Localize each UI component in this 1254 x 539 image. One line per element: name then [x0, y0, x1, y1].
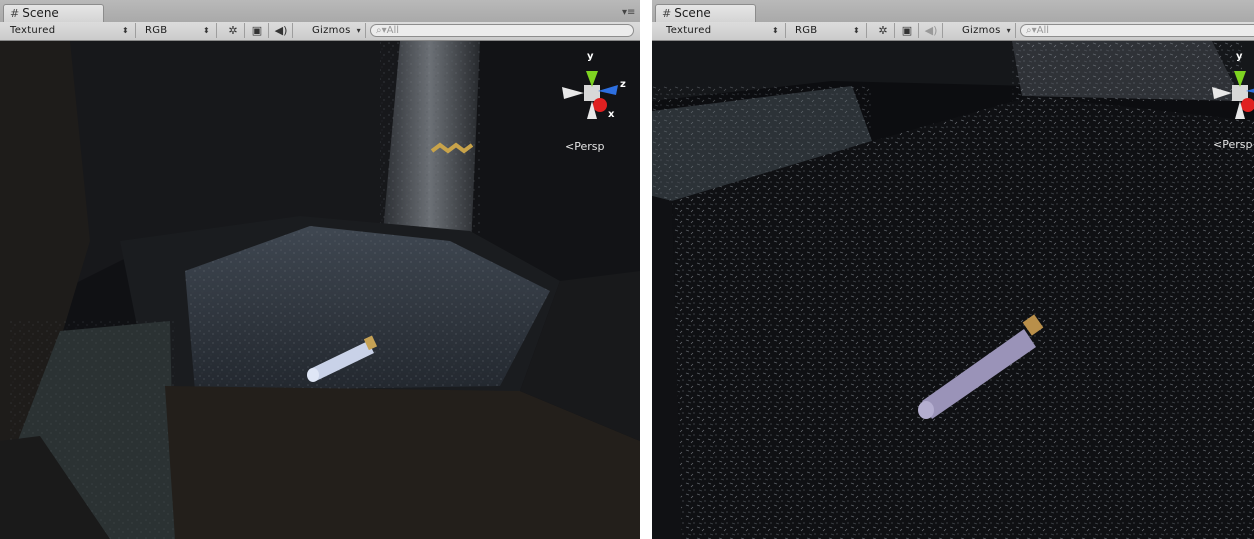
channel-value: RGB	[145, 25, 168, 36]
scene-toolbar: Textured ⬍ RGB ⬍ ✲ ▣ ◀) Gizmos ▾ ⌕▾All	[0, 22, 640, 41]
scene-panel-left: # Scene ▾≡ Textured ⬍ RGB ⬍ ✲ ▣ ◀) Gizmos ▾ …	[0, 0, 640, 539]
scene-panel-right: # Scene Textured ⬍ RGB ⬍ ✲ ▣ ◀) Gizmos ▾ ⌕▾A…	[652, 0, 1254, 539]
axis-y-label: y	[587, 51, 594, 62]
orientation-gizmo[interactable]: y	[1210, 49, 1254, 129]
dropdown-arrow-icon: ▾	[1006, 26, 1011, 35]
scene-tab[interactable]: # Scene	[655, 4, 756, 22]
search-placeholder: All	[386, 25, 400, 36]
axis-x-label: x	[608, 109, 615, 120]
speaker-icon[interactable]: ◀)	[270, 23, 293, 38]
scene-render	[0, 41, 640, 539]
scene-tab-label: Scene	[22, 6, 59, 20]
gizmos-dropdown[interactable]: Gizmos ▾	[308, 23, 366, 38]
render-mode-dropdown[interactable]: Textured ⬍	[6, 23, 136, 38]
panel-menu-icon[interactable]: ▾≡	[622, 8, 635, 18]
scene-tab-label: Scene	[674, 6, 711, 20]
scene-viewport[interactable]: y z x <Persp	[0, 41, 640, 539]
search-placeholder: All	[1036, 25, 1050, 36]
scene-tab[interactable]: # Scene	[3, 4, 104, 22]
render-mode-value: Textured	[10, 25, 56, 36]
gizmos-label: Gizmos	[962, 25, 1001, 36]
search-input[interactable]: ⌕▾All	[370, 24, 634, 37]
dropdown-arrow-icon: ⬍	[121, 26, 129, 35]
sun-icon[interactable]: ✲	[872, 23, 895, 38]
tab-strip: # Scene ▾≡	[0, 0, 640, 23]
speaker-icon[interactable]: ◀)	[920, 23, 943, 38]
scene-render	[652, 41, 1254, 539]
search-input[interactable]: ⌕▾All	[1020, 24, 1254, 37]
channel-value: RGB	[795, 25, 818, 36]
dropdown-arrow-icon: ⬍	[852, 26, 860, 35]
projection-label[interactable]: <Persp	[565, 140, 604, 153]
sun-icon[interactable]: ✲	[222, 23, 245, 38]
image-icon[interactable]: ▣	[246, 23, 269, 38]
render-mode-value: Textured	[666, 25, 712, 36]
channel-dropdown[interactable]: RGB ⬍	[791, 23, 867, 38]
dropdown-arrow-icon: ▾	[356, 26, 361, 35]
channel-dropdown[interactable]: RGB ⬍	[141, 23, 217, 38]
axis-z-label: z	[620, 79, 626, 90]
hash-grid-icon: #	[662, 7, 672, 20]
axis-y-label: y	[1236, 51, 1243, 62]
dropdown-arrow-icon: ⬍	[202, 26, 210, 35]
chevron-left-icon: <	[1213, 138, 1223, 151]
projection-label[interactable]: <Persp	[1213, 138, 1252, 151]
tab-strip: # Scene	[652, 0, 1254, 23]
gizmos-label: Gizmos	[312, 25, 351, 36]
orientation-gizmo[interactable]: y z x	[556, 49, 632, 129]
chevron-left-icon: <	[565, 140, 575, 153]
scene-toolbar: Textured ⬍ RGB ⬍ ✲ ▣ ◀) Gizmos ▾ ⌕▾All	[652, 22, 1254, 41]
image-icon[interactable]: ▣	[896, 23, 919, 38]
scene-viewport[interactable]: y <Persp	[652, 41, 1254, 539]
magnifier-icon: ⌕▾	[1026, 25, 1037, 36]
gizmos-dropdown[interactable]: Gizmos ▾	[958, 23, 1016, 38]
hash-grid-icon: #	[10, 7, 20, 20]
axis-gizmo-icon	[1212, 71, 1254, 119]
dropdown-arrow-icon: ⬍	[771, 26, 779, 35]
render-mode-dropdown[interactable]: Textured ⬍	[662, 23, 786, 38]
magnifier-icon: ⌕▾	[376, 25, 387, 36]
